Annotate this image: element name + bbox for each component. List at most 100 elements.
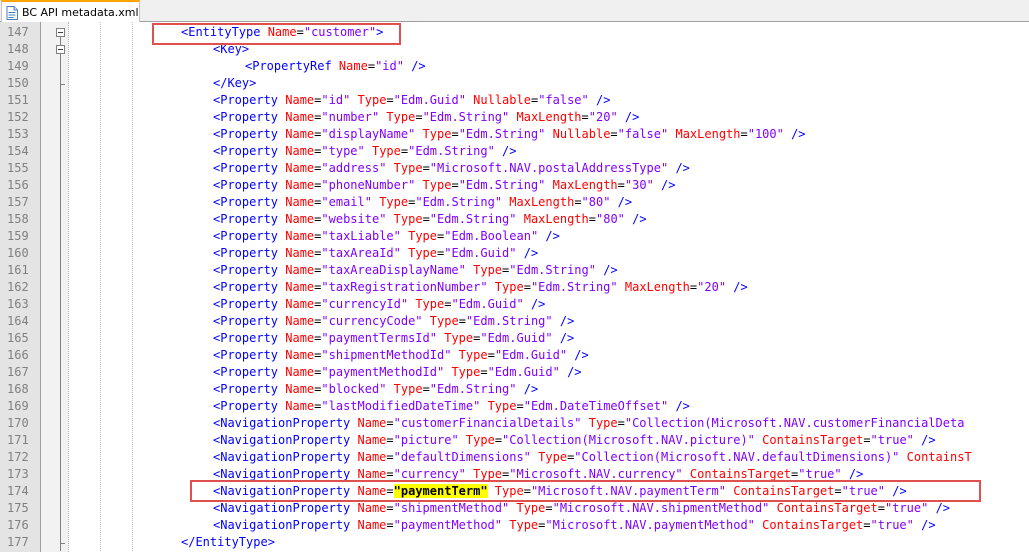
- tab-bc-api-metadata[interactable]: BC API metadata.xml: [1, 0, 140, 22]
- code-token: Name: [285, 365, 315, 379]
- code-token: />: [841, 467, 864, 481]
- code-line[interactable]: 161 <Property Name="taxAreaDisplayName" T…: [0, 262, 1029, 279]
- code-line[interactable]: 162 <Property Name = "taxRegistrationNumber…: [0, 279, 1029, 296]
- code-token: "currencyCode": [321, 314, 423, 328]
- editor-area[interactable]: 147 <EntityType Name="customer"> 148 <Key> 1…: [0, 22, 1029, 552]
- code-token: Name: [338, 59, 368, 73]
- code-line[interactable]: 154 <Property Name="type" Type="Edm.Strin…: [0, 143, 1029, 160]
- code-token: />: [516, 246, 539, 260]
- code-token: Name: [285, 178, 315, 192]
- line-number: 167: [7, 365, 29, 379]
- code-token: "Edm.Guid": [451, 297, 524, 311]
- code-token: Name: [285, 314, 315, 328]
- code-token: "Collection(Microsoft.NAV.picture)": [502, 433, 755, 447]
- line-number: 163: [7, 297, 29, 311]
- fold-toggle-key[interactable]: [56, 45, 65, 54]
- code-line[interactable]: 166 <Property Name = "shipmentMethodId" Typ…: [0, 347, 1029, 364]
- code-token: "true": [884, 501, 929, 515]
- code-line[interactable]: 169 <Property Name = "lastModifiedDateTime"…: [0, 398, 1029, 415]
- code-line[interactable]: 177 </EntityType>: [0, 534, 1029, 551]
- code-line[interactable]: 176 <NavigationProperty Name="paymentMeth…: [0, 517, 1029, 534]
- code-line[interactable]: 165 <Property Name="paymentTermsId" Type=…: [0, 330, 1029, 347]
- indent-guide: [100, 22, 101, 551]
- code-line[interactable]: 152 <Property Name="number" Type="Edm.Str…: [0, 109, 1029, 126]
- line-text: <Property Name="email" Type="Edm.String"…: [213, 194, 632, 211]
- code-token: =: [451, 127, 459, 141]
- line-number: 169: [7, 399, 29, 413]
- code-line[interactable]: 151 <Property Name="id" Type="Edm.Guid" N…: [0, 92, 1029, 109]
- code-line[interactable]: 155 <Property Name="address" Type="Micros…: [0, 160, 1029, 177]
- code-token: "false": [617, 127, 669, 141]
- code-token: />: [552, 331, 575, 345]
- code-token: =: [487, 348, 495, 362]
- code-token: "Edm.Guid": [487, 365, 560, 379]
- code-line[interactable]: 171 <NavigationProperty Name="picture" Ty…: [0, 432, 1029, 449]
- code-line[interactable]: 170 <NavigationProperty Name="customerFin…: [0, 415, 1029, 432]
- line-text: <Property Name="phoneNumber" Type="Edm.S…: [213, 177, 675, 194]
- code-line[interactable]: 149 <PropertyRef Name="id" />: [0, 58, 1029, 75]
- code-line[interactable]: 175 <NavigationProperty Name="shipmentMet…: [0, 500, 1029, 517]
- code-token: <NavigationProperty: [213, 433, 358, 447]
- code-token: "blocked": [321, 382, 387, 396]
- code-token: />: [559, 365, 582, 379]
- code-token: <Property: [213, 314, 286, 328]
- code-token: "taxAreaId": [321, 246, 401, 260]
- code-token: />: [567, 348, 589, 362]
- code-token: Name: [285, 127, 315, 141]
- code-token: <Property: [213, 246, 286, 260]
- code-token: <NavigationProperty: [213, 467, 358, 481]
- line-text: <PropertyRef Name="id" />: [245, 58, 426, 75]
- code-token: />: [653, 178, 676, 192]
- fold-toggle-entitytype[interactable]: [56, 28, 65, 37]
- code-line[interactable]: 167 <Property Name = "paymentMethodId" Type…: [0, 364, 1029, 381]
- code-token: "Edm.String": [422, 110, 510, 124]
- code-line[interactable]: 150 </Key>: [0, 75, 1029, 92]
- code-token: "email": [321, 195, 372, 209]
- callout-box-paymentterm: [190, 480, 981, 502]
- code-line[interactable]: 172 <NavigationProperty Name="defaultDime…: [0, 449, 1029, 466]
- code-token: =: [516, 399, 524, 413]
- line-text: <Property Name="currencyId" Type="Edm.Gu…: [213, 296, 545, 313]
- line-number: 172: [7, 450, 29, 464]
- code-token: />: [595, 263, 618, 277]
- code-line[interactable]: 168 <Property Name="blocked" Type="Edm.St…: [0, 381, 1029, 398]
- line-number: 154: [7, 144, 29, 158]
- line-number: 159: [7, 229, 29, 243]
- code-line[interactable]: 153 <Property Name="displayName" Type="Ed…: [0, 126, 1029, 143]
- code-token: =: [422, 382, 430, 396]
- code-token: />: [516, 382, 539, 396]
- code-token: "displayName": [321, 127, 416, 141]
- line-text: <Property Name="address" Type="Microsoft…: [213, 160, 690, 177]
- code-token: "Edm.String": [415, 195, 503, 209]
- code-token: "Edm.Guid": [393, 93, 466, 107]
- code-token: />: [928, 501, 951, 515]
- code-token: "80": [581, 195, 611, 209]
- code-token: MaxLength: [675, 127, 741, 141]
- code-token: Type: [516, 501, 546, 515]
- code-token: Name: [285, 161, 315, 175]
- code-line[interactable]: 157 <Property Name="email" Type="Edm.Stri…: [0, 194, 1029, 211]
- code-line[interactable]: 164 <Property Name="currencyCode" Type="E…: [0, 313, 1029, 330]
- code-line[interactable]: 159 <Property Name="taxLiable" Type="Edm.…: [0, 228, 1029, 245]
- code-line[interactable]: 156 <Property Name="phoneNumber" Type="Ed…: [0, 177, 1029, 194]
- line-number: 156: [7, 178, 29, 192]
- code-token: Type: [415, 297, 445, 311]
- code-token: "Collection(Microsoft.NAV.customerFinanc…: [624, 416, 965, 430]
- code-token: Name: [285, 382, 315, 396]
- code-line[interactable]: 163 <Property Name="currencyId" Type="Edm…: [0, 296, 1029, 313]
- code-token: Type: [379, 195, 409, 209]
- code-token: "Edm.String": [458, 127, 546, 141]
- code-token: MaxLength: [624, 280, 690, 294]
- line-number: 151: [7, 93, 29, 107]
- code-line[interactable]: 158 <Property Name="website" Type="Edm.St…: [0, 211, 1029, 228]
- code-token: <Property: [213, 263, 286, 277]
- code-line[interactable]: 160 <Property Name="taxAreaId" Type="Edm.…: [0, 245, 1029, 262]
